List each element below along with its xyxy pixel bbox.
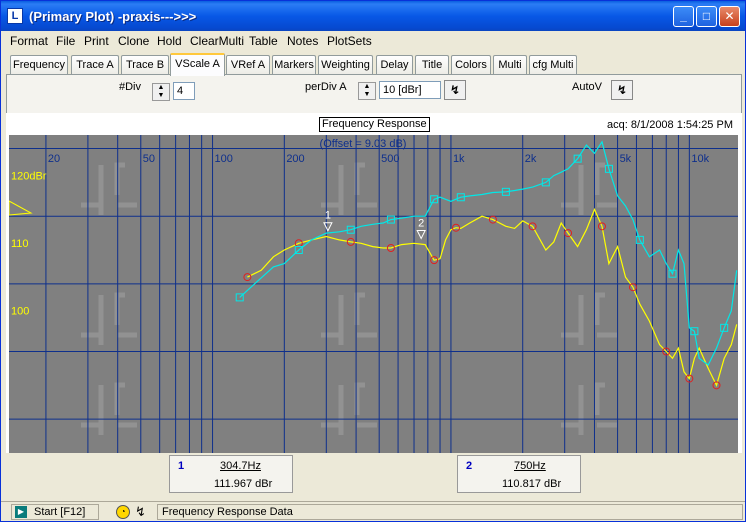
y-tick-label: 120dBr (11, 170, 47, 182)
cursor-marker-label: 1 (325, 210, 331, 222)
cursor-value: 110.817 dBr (502, 478, 562, 490)
close-button[interactable]: ✕ (719, 6, 740, 27)
lightning-icon[interactable]: ↯ (135, 504, 146, 520)
main-window: L (Primary Plot) -praxis--->>> _ □ ✕ For… (0, 0, 746, 522)
frequency-response-chart[interactable]: (Offset = 9.03 dB) 20 50 100 200 500 1k 2k 5k 10… (9, 135, 738, 453)
cursor-readout-1: 1 304.7Hz 111.967 dBr (169, 455, 293, 493)
menu-notes[interactable]: Notes (287, 34, 318, 48)
cursor-readout-2: 2 750Hz 110.817 dBr (457, 455, 581, 493)
perdiv-label: perDiv A (305, 81, 347, 93)
tab-vscale-a[interactable]: VScale A (170, 53, 225, 76)
tab-frequency[interactable]: Frequency (10, 55, 68, 75)
window-title: (Primary Plot) -praxis--->>> (29, 9, 197, 24)
cursor-freq[interactable]: 750Hz (514, 460, 546, 472)
div-input[interactable]: 4 (173, 82, 195, 100)
x-tick-label: 50 (143, 153, 155, 165)
perdiv-input[interactable]: 10 [dBr] (379, 81, 441, 99)
tab-cfg-multi[interactable]: cfg Multi (529, 55, 577, 75)
x-tick-label: 200 (286, 153, 304, 165)
plot-title[interactable]: Frequency Response (319, 117, 430, 132)
tab-colors[interactable]: Colors (451, 55, 491, 75)
tab-markers[interactable]: Markers (272, 55, 316, 75)
menu-clone[interactable]: Clone (118, 34, 149, 48)
autov-button[interactable]: ↯ (611, 80, 633, 100)
maximize-button[interactable]: □ (696, 6, 717, 27)
play-icon: ▶ (15, 506, 27, 518)
offset-label: (Offset = 9.03 dB) (320, 138, 407, 150)
y-tick-label: 110 (11, 238, 29, 250)
x-tick-label: 1k (453, 153, 465, 165)
title-bar[interactable]: L (Primary Plot) -praxis--->>> _ □ ✕ (1, 1, 745, 31)
start-button[interactable]: ▶ Start [F12] (11, 504, 99, 520)
perdiv-apply-button[interactable]: ↯ (444, 80, 466, 100)
tab-vref-a[interactable]: VRef A (226, 55, 270, 75)
cursor-value: 111.967 dBr (214, 478, 273, 490)
tab-trace-b[interactable]: Trace B (121, 55, 169, 75)
tab-multi[interactable]: Multi (493, 55, 527, 75)
menu-bar: Format File Print Clone Hold ClearMulti … (1, 31, 745, 51)
menu-plotsets[interactable]: PlotSets (327, 34, 372, 48)
cursor-num: 2 (466, 460, 473, 472)
tab-strip: Frequency Trace A Trace B VScale A VRef … (1, 53, 745, 76)
x-tick-label: 20 (48, 153, 60, 165)
start-label: Start [F12] (34, 506, 86, 518)
y-tick-label: 100 (11, 306, 29, 318)
x-tick-label: 10k (691, 153, 709, 165)
perdiv-spinner[interactable]: ▲ ▼ (358, 82, 376, 100)
x-tick-label: 500 (381, 153, 399, 165)
x-tick-label: 100 (215, 153, 233, 165)
x-tick-label: 5k (620, 153, 632, 165)
menu-table[interactable]: Table (249, 34, 278, 48)
tab-weighting[interactable]: Weighting (318, 55, 373, 75)
ld-app-icon[interactable]: L (7, 8, 23, 24)
tab-delay[interactable]: Delay (376, 55, 413, 75)
div-label: #Div (119, 81, 142, 93)
status-message: Frequency Response Data (162, 506, 293, 518)
acq-timestamp: acq: 8/1/2008 1:54:25 PM (607, 119, 733, 131)
div-spinner[interactable]: ▲ ▼ (152, 83, 170, 101)
tab-title[interactable]: Title (415, 55, 449, 75)
cursor-num: 1 (178, 460, 185, 472)
menu-format[interactable]: Format (10, 34, 48, 48)
status-message-cell: Frequency Response Data (157, 504, 743, 520)
cursor-freq[interactable]: 304.7Hz (220, 460, 261, 472)
menu-hold[interactable]: Hold (157, 34, 182, 48)
menu-print[interactable]: Print (84, 34, 109, 48)
x-tick-label: 2k (525, 153, 537, 165)
gauge-icon[interactable]: ◔ (116, 505, 130, 519)
status-bar: ▶ Start [F12] ◔ ↯ Frequency Response Dat… (1, 501, 745, 521)
autov-label: AutoV (572, 81, 602, 93)
minimize-button[interactable]: _ (673, 6, 694, 27)
tab-trace-a[interactable]: Trace A (71, 55, 119, 75)
menu-clearmulti[interactable]: ClearMulti (190, 34, 244, 48)
cursor-marker-label: 2 (418, 217, 424, 229)
menu-file[interactable]: File (56, 34, 75, 48)
